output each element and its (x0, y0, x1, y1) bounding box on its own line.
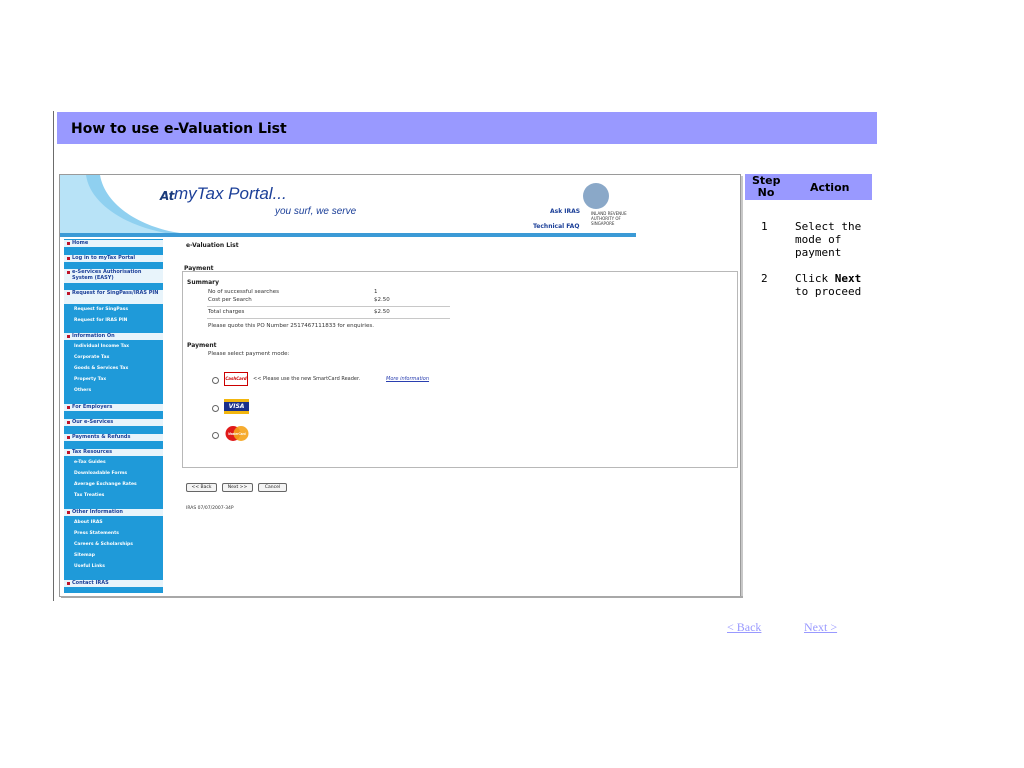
sidebar-item-other-info[interactable]: Other Information (64, 509, 163, 516)
content-heading: e-Valuation List (186, 242, 239, 249)
sidebar-subitem[interactable]: Others (74, 388, 91, 394)
step-action-bold: Next (834, 272, 862, 285)
header-swoosh-graphic (60, 175, 180, 237)
step-action-line: Select the (795, 220, 862, 233)
summary-value: 1 (374, 289, 378, 295)
sidebar-subitem[interactable]: Tax Treaties (74, 493, 104, 499)
sidebar-item-request-pin[interactable]: Request for SingPass/IRAS PIN (64, 290, 163, 304)
mastercard-label: MasterCard (228, 432, 246, 436)
brand-at: At (160, 189, 175, 203)
back-button[interactable]: << Back (186, 483, 217, 492)
sidebar-item-login[interactable]: Log in to myTax Portal (64, 255, 163, 262)
more-info-link[interactable]: More information (386, 376, 429, 382)
screenshot-shadow (741, 176, 743, 597)
sidebar-subitem[interactable]: Downloadable Forms (74, 471, 127, 477)
summary-divider (207, 318, 450, 319)
visa-radio[interactable] (212, 405, 219, 412)
sidebar-subitem[interactable]: Average Exchange Rates (74, 482, 137, 488)
summary-value: $2.50 (374, 309, 390, 315)
iras-name: INLAND REVENUE AUTHORITY OF SINGAPORE (591, 211, 627, 226)
sidebar-subitem[interactable]: Press Statements (74, 531, 119, 537)
step-number: 1 (761, 220, 768, 233)
technical-faq-link[interactable]: Technical FAQ (533, 223, 579, 230)
cancel-button[interactable]: Cancel (258, 483, 287, 492)
cashcard-note: << Please use the new SmartCard Reader. (253, 376, 361, 382)
sidebar-subitem[interactable]: Request for SingPass (74, 307, 128, 313)
step-action-line: to proceed (795, 285, 862, 298)
step-action-line: mode of (795, 233, 842, 246)
ask-iras-link[interactable]: Ask IRAS (550, 208, 580, 215)
step-action: Select the mode of payment (795, 220, 861, 259)
po-note: Please quote this PO Number 251746711183… (208, 323, 374, 329)
summary-label: No of successful searches (208, 289, 280, 295)
sidebar-subitem[interactable]: Careers & Scholarships (74, 542, 133, 548)
footer-code: IRAS 07/07/2007-34P (186, 506, 234, 511)
cashcard-icon[interactable]: CashCard (224, 372, 248, 386)
sidebar-subitem[interactable]: e-Tax Guides (74, 460, 106, 466)
sidebar-item-payments[interactable]: Payments & Refunds (64, 434, 163, 441)
select-mode-label: Please select payment mode: (208, 351, 290, 357)
payment-panel (182, 271, 738, 468)
action-header: Action (810, 181, 850, 194)
header-underline (60, 233, 636, 237)
frame-left-border (53, 111, 54, 601)
summary-label: Total charges (208, 309, 245, 315)
sidebar-subitem[interactable]: About IRAS (74, 520, 103, 526)
nav-back-link[interactable]: < Back (727, 620, 761, 635)
sidebar-subitem[interactable]: Goods & Services Tax (74, 366, 128, 372)
summary-heading: Summary (187, 279, 220, 286)
sidebar-subitem[interactable]: Request for IRAS PIN (74, 318, 127, 324)
sidebar-item-information[interactable]: Information On (64, 333, 163, 340)
cashcard-radio[interactable] (212, 377, 219, 384)
summary-divider (207, 306, 450, 307)
step-number: 2 (761, 272, 768, 285)
step-action: Click Next to proceed (795, 272, 861, 298)
nav-next-link[interactable]: Next > (804, 620, 837, 635)
step-no-header: Step No (752, 174, 781, 199)
summary-label: Cost per Search (208, 297, 252, 303)
brand-tagline: you surf, we serve (275, 206, 357, 217)
sidebar-subitem[interactable]: Property Tax (74, 377, 106, 383)
sidebar-subitem[interactable]: Individual Income Tax (74, 344, 129, 350)
summary-value: $2.50 (374, 297, 390, 303)
sidebar-item-employers[interactable]: For Employers (64, 404, 163, 411)
brand-name: myTax Portal... (174, 184, 287, 203)
sidebar-subitem[interactable]: Sitemap (74, 553, 95, 559)
next-button[interactable]: Next >> (222, 483, 253, 492)
iras-logo-icon (583, 183, 609, 209)
sidebar-item-home[interactable]: Home (64, 240, 163, 247)
mastercard-radio[interactable] (212, 432, 219, 439)
screenshot-shadow (61, 596, 743, 598)
visa-icon[interactable]: VISA (224, 399, 249, 414)
sidebar-subitem[interactable]: Corporate Tax (74, 355, 109, 361)
sidebar-item-easy[interactable]: e-Services Authorisation System (EASY) (64, 269, 163, 283)
step-action-line: payment (795, 246, 842, 259)
page-title: How to use e-Valuation List (71, 121, 287, 137)
payment-heading: Payment (187, 342, 217, 349)
mastercard-icon[interactable]: MasterCard (224, 425, 250, 442)
sidebar-item-contact[interactable]: Contact IRAS (64, 580, 163, 587)
sidebar-subitem[interactable]: Useful Links (74, 564, 105, 570)
sidebar-item-tax-resources[interactable]: Tax Resources (64, 449, 163, 456)
sidebar: Home Log in to myTax Portal e-Services A… (64, 239, 163, 593)
sidebar-item-eservices[interactable]: Our e-Services (64, 419, 163, 426)
step-action-text: Click (795, 272, 835, 285)
portal-screenshot: At myTax Portal... you surf, we serve As… (59, 174, 741, 597)
